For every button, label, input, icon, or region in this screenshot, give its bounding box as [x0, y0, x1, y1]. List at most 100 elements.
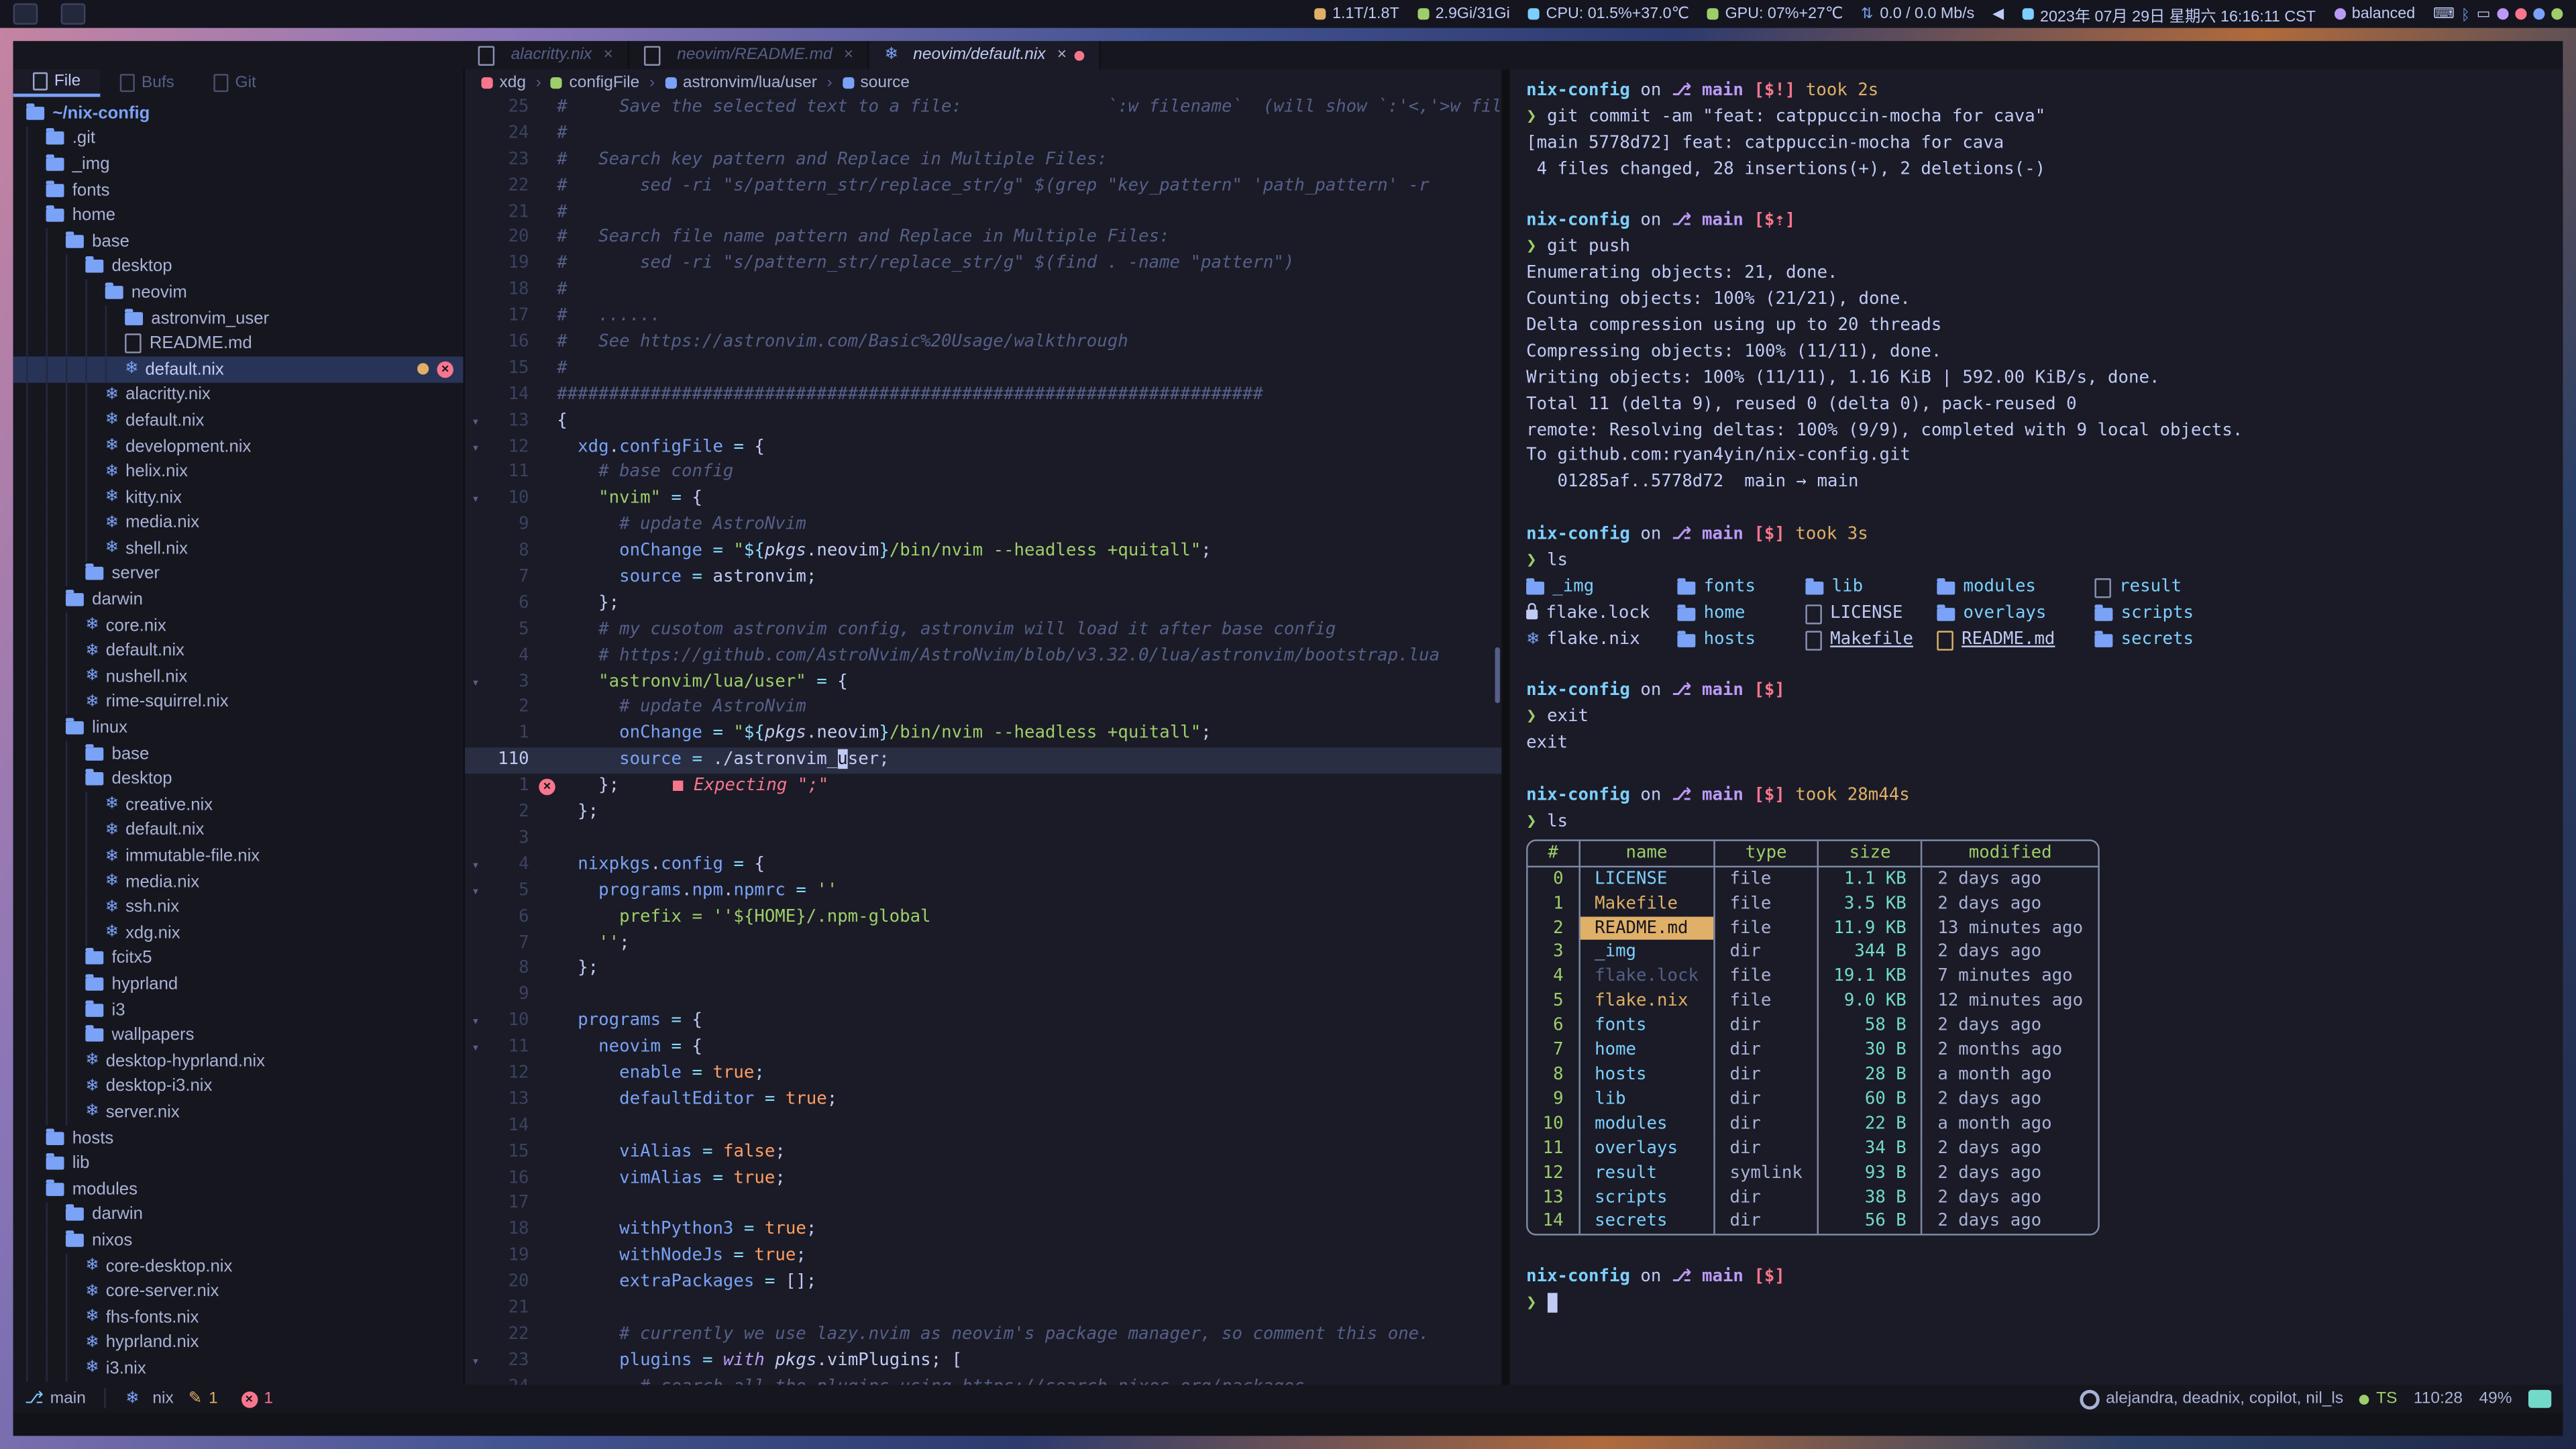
tree-item[interactable]: ❄server.nix: [13, 1099, 464, 1125]
tree-item[interactable]: hosts: [13, 1125, 464, 1150]
code-line[interactable]: ▾4 nixpkgs.config = {: [465, 853, 1501, 879]
tab-close-icon[interactable]: ×: [1057, 46, 1067, 64]
code-line[interactable]: 17: [465, 1192, 1501, 1218]
tree-item[interactable]: ❄creative.nix: [13, 792, 464, 817]
volume[interactable]: ◀: [1992, 5, 2004, 23]
tree-item[interactable]: ❄fhs-fonts.nix: [13, 1304, 464, 1330]
tray-app-icon[interactable]: [2533, 8, 2544, 19]
tree-item[interactable]: fcitx5: [13, 946, 464, 971]
code-line[interactable]: ▾10 programs = {: [465, 1009, 1501, 1035]
tree-item[interactable]: ❄kitty.nix: [13, 484, 464, 510]
tree-item[interactable]: server: [13, 561, 464, 587]
code-line[interactable]: 13 defaultEditor = true;: [465, 1087, 1501, 1114]
tree-item[interactable]: ❄core-desktop.nix: [13, 1253, 464, 1279]
tray-app-icon[interactable]: [2515, 8, 2526, 19]
code-line[interactable]: 8 };: [465, 957, 1501, 983]
code-line[interactable]: 19 withNodeJs = true;: [465, 1244, 1501, 1270]
code-line[interactable]: 4 # https://github.com/AstroNvim/AstroNv…: [465, 643, 1501, 669]
neotree-tab-Bufs[interactable]: Bufs: [101, 69, 195, 97]
tree-item[interactable]: ❄default.nix: [13, 818, 464, 843]
tree-item[interactable]: nixos: [13, 1228, 464, 1253]
code-line[interactable]: 2 };: [465, 800, 1501, 826]
code-line[interactable]: 20# Search file name pattern and Replace…: [465, 226, 1501, 252]
tree-item[interactable]: base: [13, 741, 464, 766]
code-line[interactable]: 14######################################…: [465, 382, 1501, 409]
tree-item[interactable]: ❄i3.nix: [13, 1356, 464, 1381]
tray-app-icon[interactable]: [2497, 8, 2508, 19]
tree-item[interactable]: README.md: [13, 331, 464, 356]
code-line[interactable]: 22# sed -ri "s/pattern_str/replace_str/g…: [465, 174, 1501, 200]
code-line[interactable]: 20 extraPackages = [];: [465, 1270, 1501, 1296]
code-line[interactable]: 18#: [465, 278, 1501, 304]
code-line[interactable]: 6 prefix = ''${HOME}/.npm-global: [465, 904, 1501, 930]
keyboard-icon[interactable]: ⌨: [2433, 5, 2455, 23]
tree-item[interactable]: astronvim_user: [13, 305, 464, 331]
tree-item[interactable]: desktop: [13, 254, 464, 280]
code-line[interactable]: ▾13{: [465, 409, 1501, 435]
window-split-handle[interactable]: [1501, 69, 1509, 1385]
tree-item[interactable]: neovim: [13, 280, 464, 305]
tab-alacritty.nix[interactable]: alacritty.nix×: [464, 41, 630, 69]
tree-item[interactable]: ~/nix-config: [13, 100, 464, 125]
tree-item[interactable]: ❄development.nix: [13, 433, 464, 459]
code-area[interactable]: 25# Save the selected text to a file: `:…: [465, 95, 1501, 1385]
tree-item[interactable]: ❄core-server.nix: [13, 1279, 464, 1304]
tree-item[interactable]: ❄helix.nix: [13, 459, 464, 484]
tree-item[interactable]: ❄alacritty.nix: [13, 382, 464, 407]
tree-item[interactable]: ❄default.nix: [13, 638, 464, 663]
tree-item[interactable]: fonts: [13, 177, 464, 203]
tree-item[interactable]: .git: [13, 126, 464, 152]
code-line[interactable]: 9: [465, 983, 1501, 1009]
tree-item[interactable]: ❄hyprland.nix: [13, 1330, 464, 1355]
tree-item[interactable]: ❄default.nix×: [13, 356, 464, 382]
code-line[interactable]: 5 # my cusotom astronvim config, astronv…: [465, 617, 1501, 643]
tree-item[interactable]: ❄immutable-file.nix: [13, 843, 464, 869]
code-line[interactable]: 9 # update AstroNvim: [465, 513, 1501, 539]
code-line[interactable]: 14: [465, 1114, 1501, 1140]
code-line[interactable]: 3: [465, 826, 1501, 853]
terminal-pane[interactable]: nix-config on ⎇ main [$!] took 2s❯ git c…: [1510, 69, 2563, 1385]
code-line[interactable]: 15#: [465, 356, 1501, 382]
tab-neovim/README.md[interactable]: neovim/README.md×: [629, 41, 869, 69]
tree-item[interactable]: ❄core.nix: [13, 612, 464, 638]
code-line[interactable]: 6 };: [465, 591, 1501, 617]
tree-item[interactable]: home: [13, 203, 464, 228]
tree-item[interactable]: wallpapers: [13, 1022, 464, 1048]
tree-item[interactable]: ❄media.nix: [13, 510, 464, 535]
tree-item[interactable]: ❄ssh.nix: [13, 894, 464, 920]
code-line[interactable]: 7 source = astronvim;: [465, 566, 1501, 592]
code-line[interactable]: 24 # search all the plugins using https:…: [465, 1375, 1501, 1385]
code-line[interactable]: 25# Save the selected text to a file: `:…: [465, 95, 1501, 121]
tree-item[interactable]: ❄xdg.nix: [13, 920, 464, 945]
neotree-tab-Git[interactable]: Git: [194, 69, 276, 97]
power-profile[interactable]: balanced: [2334, 5, 2415, 23]
breadcrumb-item[interactable]: xdg: [482, 73, 526, 91]
code-line[interactable]: 1 onChange = "${pkgs.neovim}/bin/nvim --…: [465, 722, 1501, 748]
tree-item[interactable]: _img: [13, 152, 464, 177]
tree-item[interactable]: ❄rime-squirrel.nix: [13, 690, 464, 715]
code-line[interactable]: 16# See https://astronvim.com/Basic%20Us…: [465, 330, 1501, 356]
display-icon[interactable]: ▭: [2477, 5, 2491, 23]
code-line[interactable]: 110 source = ./astronvim_user;: [465, 748, 1501, 774]
code-line[interactable]: 1× }; ■ Expecting ";": [465, 774, 1501, 800]
code-line[interactable]: ▾11 neovim = {: [465, 1035, 1501, 1061]
code-line[interactable]: 11 # base config: [465, 461, 1501, 487]
tree-item[interactable]: base: [13, 228, 464, 254]
code-line[interactable]: ▾23 plugins = with pkgs.vimPlugins; [: [465, 1348, 1501, 1375]
tab-neovim/default.nix[interactable]: ❄neovim/default.nix×: [870, 41, 1102, 69]
code-line[interactable]: 16 vimAlias = true;: [465, 1166, 1501, 1192]
code-line[interactable]: ▾10 "nvim" = {: [465, 487, 1501, 513]
code-line[interactable]: 19# sed -ri "s/pattern_str/replace_str/g…: [465, 252, 1501, 278]
breadcrumb-item[interactable]: source: [843, 73, 910, 91]
code-line[interactable]: ▾5 programs.npm.npmrc = '': [465, 879, 1501, 905]
code-line[interactable]: ▾3 "astronvim/lua/user" = {: [465, 669, 1501, 696]
editor-scrollbar[interactable]: [1495, 648, 1500, 704]
editor-pane[interactable]: xdg›configFile›astronvim/lua/user›source…: [465, 69, 1501, 1385]
tree-item[interactable]: ❄desktop-i3.nix: [13, 1074, 464, 1099]
tree-item[interactable]: ❄desktop-hyprland.nix: [13, 1048, 464, 1073]
code-line[interactable]: 18 withPython3 = true;: [465, 1218, 1501, 1244]
workspace-window-icon[interactable]: [13, 3, 38, 25]
code-line[interactable]: 21#: [465, 200, 1501, 226]
code-line[interactable]: 23# Search key pattern and Replace in Mu…: [465, 148, 1501, 174]
code-line[interactable]: 12 enable = true;: [465, 1061, 1501, 1087]
